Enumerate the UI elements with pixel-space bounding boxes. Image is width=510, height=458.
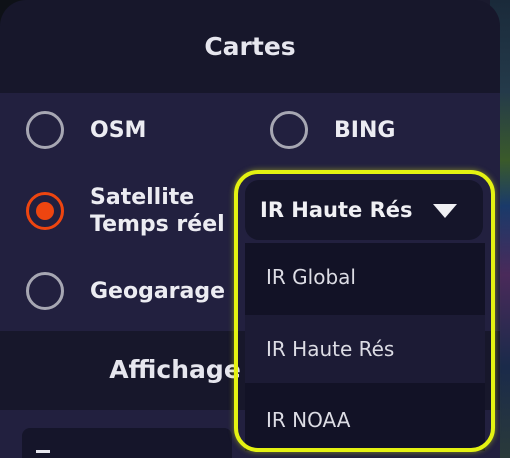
radio-option-satellite[interactable]: Satellite Temps réel xyxy=(26,184,225,238)
radio-button[interactable] xyxy=(270,111,308,149)
radio-option-osm[interactable]: OSM xyxy=(26,111,146,149)
dropdown-highlight-outline xyxy=(234,170,495,452)
radio-label-satellite: Satellite Temps réel xyxy=(90,184,225,238)
radio-label-geogarage: Geogarage xyxy=(90,278,226,304)
radio-button[interactable] xyxy=(26,111,64,149)
maps-section-title: Cartes xyxy=(204,32,296,61)
radio-option-geogarage[interactable]: Geogarage xyxy=(26,272,225,310)
radio-label-satellite-line1: Satellite xyxy=(90,185,195,210)
display-option-control[interactable] xyxy=(22,428,232,458)
radio-label-osm: OSM xyxy=(90,117,147,143)
radio-option-bing[interactable]: BING xyxy=(270,111,395,149)
radio-label-satellite-line2: Temps réel xyxy=(90,212,225,237)
layers-panel: Cartes OSM BING Satellite Temps réel Geo… xyxy=(0,0,500,458)
radio-button[interactable] xyxy=(26,272,64,310)
radio-button-checked[interactable] xyxy=(26,192,64,230)
display-option-text-stub xyxy=(36,450,50,458)
radio-label-bing: BING xyxy=(334,117,396,143)
